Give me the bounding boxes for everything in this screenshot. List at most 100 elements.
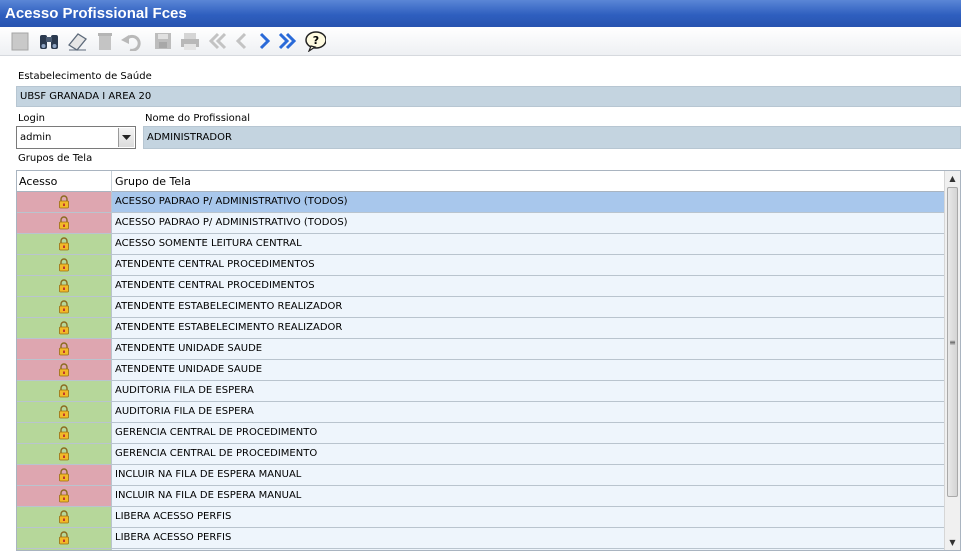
grupo-cell[interactable]: INCLUIR NA FILA DE ESPERA MANUAL [112, 465, 945, 485]
lock-icon [58, 342, 70, 356]
estabelecimento-label: Estabelecimento de Saúde [18, 71, 152, 82]
lock-icon [58, 363, 70, 377]
first-icon[interactable] [207, 30, 229, 52]
lock-icon [58, 216, 70, 230]
access-cell[interactable] [17, 444, 112, 464]
access-cell[interactable] [17, 507, 112, 527]
access-cell[interactable] [17, 318, 112, 338]
lock-icon [58, 321, 70, 335]
grupo-cell[interactable]: LIBERA ACESSO PERFIS [112, 528, 945, 548]
lock-icon [58, 195, 70, 209]
lock-icon [58, 258, 70, 272]
table-row[interactable]: ATENDENTE CENTRAL PROCEDIMENTOS [17, 255, 945, 276]
login-select-value: admin [20, 132, 52, 143]
login-label: Login [18, 113, 45, 124]
nome-label: Nome do Profissional [145, 113, 251, 124]
scroll-down-icon[interactable]: ▼ [945, 535, 960, 550]
lock-icon [58, 426, 70, 440]
table-row[interactable]: LIBERA ACESSO PERFIS [17, 507, 945, 528]
grupo-cell[interactable]: ATENDENTE CENTRAL PROCEDIMENTOS [112, 276, 945, 296]
grupo-cell[interactable]: AUDITORIA FILA DE ESPERA [112, 381, 945, 401]
last-icon[interactable] [276, 30, 298, 52]
eraser-icon[interactable] [66, 30, 88, 52]
access-cell[interactable] [17, 339, 112, 359]
access-cell[interactable] [17, 297, 112, 317]
access-cell[interactable] [17, 381, 112, 401]
login-select[interactable]: admin [16, 126, 136, 149]
table-row[interactable]: ACESSO SOMENTE LEITURA CENTRAL [17, 234, 945, 255]
nome-field[interactable]: ADMINISTRADOR [143, 126, 961, 149]
access-cell[interactable] [17, 402, 112, 422]
table-row[interactable]: ACESSO PADRAO P/ ADMINISTRATIVO (TODOS) [17, 192, 945, 213]
access-cell[interactable] [17, 213, 112, 233]
lock-icon [58, 279, 70, 293]
table-row[interactable]: ATENDENTE CENTRAL PROCEDIMENTOS [17, 276, 945, 297]
header-acesso[interactable]: Acesso [17, 171, 112, 192]
save-icon[interactable] [152, 30, 174, 52]
grupo-cell[interactable]: ATENDENTE ESTABELECIMENTO REALIZADOR [112, 297, 945, 317]
access-cell[interactable] [17, 528, 112, 548]
scroll-thumb[interactable]: ≡ [947, 187, 958, 497]
chevron-down-icon[interactable] [118, 128, 134, 147]
grupo-cell[interactable]: ACESSO PADRAO P/ ADMINISTRATIVO (TODOS) [112, 213, 945, 233]
lock-icon [58, 531, 70, 545]
lock-icon [58, 237, 70, 251]
access-cell[interactable] [17, 192, 112, 212]
table-row[interactable]: ACESSO PADRAO P/ ADMINISTRATIVO (TODOS) [17, 213, 945, 234]
search-binoculars-icon[interactable] [38, 30, 60, 52]
access-cell[interactable] [17, 234, 112, 254]
vertical-scrollbar[interactable]: ▲ ≡ ▼ [944, 171, 960, 550]
table-row[interactable]: ATENDENTE ESTABELECIMENTO REALIZADOR [17, 318, 945, 339]
lock-icon [58, 300, 70, 314]
access-cell[interactable] [17, 423, 112, 443]
access-cell[interactable] [17, 255, 112, 275]
estabelecimento-field[interactable]: UBSF GRANADA I AREA 20 [16, 86, 961, 107]
grupo-cell[interactable]: ATENDENTE UNIDADE SAUDE [112, 360, 945, 380]
grupo-cell[interactable]: LIBERA ACESSO PERFIS [112, 507, 945, 527]
grupo-cell[interactable]: ACESSO SOMENTE LEITURA CENTRAL [112, 234, 945, 254]
access-cell[interactable] [17, 465, 112, 485]
lock-icon [58, 384, 70, 398]
grupo-cell[interactable]: ATENDENTE ESTABELECIMENTO REALIZADOR [112, 318, 945, 338]
access-cell[interactable] [17, 486, 112, 506]
table-row[interactable]: AUDITORIA FILA DE ESPERA [17, 402, 945, 423]
access-cell[interactable] [17, 276, 112, 296]
grupo-cell[interactable]: GERENCIA CENTRAL DE PROCEDIMENTO [112, 444, 945, 464]
table-row[interactable]: LIBERA ACESSO PERFIS [17, 528, 945, 549]
table-row[interactable]: GERENCIA CENTRAL DE PROCEDIMENTO [17, 444, 945, 465]
svg-text:?: ? [313, 34, 319, 47]
previous-icon[interactable] [231, 30, 253, 52]
window-title: Acesso Profissional Fces [0, 0, 961, 27]
grupo-cell[interactable]: AUDITORIA FILA DE ESPERA [112, 402, 945, 422]
grupo-cell[interactable]: ACESSO PADRAO P/ ADMINISTRATIVO (TODOS) [112, 192, 945, 212]
table-row[interactable]: ATENDENTE ESTABELECIMENTO REALIZADOR [17, 297, 945, 318]
new-icon[interactable] [9, 30, 31, 52]
grupo-cell[interactable]: GERENCIA CENTRAL DE PROCEDIMENTO [112, 423, 945, 443]
table-row[interactable]: ATENDENTE UNIDADE SAUDE [17, 360, 945, 381]
lock-icon [58, 510, 70, 524]
grid-header: Acesso Grupo de Tela [17, 171, 945, 192]
scroll-up-icon[interactable]: ▲ [945, 171, 960, 186]
grupo-cell[interactable]: ATENDENTE UNIDADE SAUDE [112, 339, 945, 359]
grupos-label: Grupos de Tela [18, 153, 93, 164]
table-row[interactable]: GERENCIA CENTRAL DE PROCEDIMENTO [17, 423, 945, 444]
print-icon[interactable] [179, 30, 201, 52]
table-row[interactable]: INCLUIR NA FILA DE ESPERA MANUAL [17, 486, 945, 507]
undo-icon[interactable] [120, 30, 142, 52]
trash-icon[interactable] [94, 30, 116, 52]
lock-icon [58, 405, 70, 419]
table-row[interactable]: INCLUIR NA FILA DE ESPERA MANUAL [17, 465, 945, 486]
table-row[interactable]: AUDITORIA FILA DE ESPERA [17, 381, 945, 402]
help-icon[interactable]: ? [304, 30, 326, 52]
grupos-grid: Acesso Grupo de Tela ACESSO PADRAO P/ AD… [16, 170, 961, 551]
next-icon[interactable] [253, 30, 275, 52]
grupo-cell[interactable]: INCLUIR NA FILA DE ESPERA MANUAL [112, 486, 945, 506]
lock-icon [58, 489, 70, 503]
lock-icon [58, 447, 70, 461]
access-cell[interactable] [17, 360, 112, 380]
toolbar: ? [0, 27, 961, 56]
grupo-cell[interactable]: ATENDENTE CENTRAL PROCEDIMENTOS [112, 255, 945, 275]
lock-icon [58, 468, 70, 482]
table-row[interactable]: ATENDENTE UNIDADE SAUDE [17, 339, 945, 360]
header-grupo[interactable]: Grupo de Tela [112, 171, 191, 192]
